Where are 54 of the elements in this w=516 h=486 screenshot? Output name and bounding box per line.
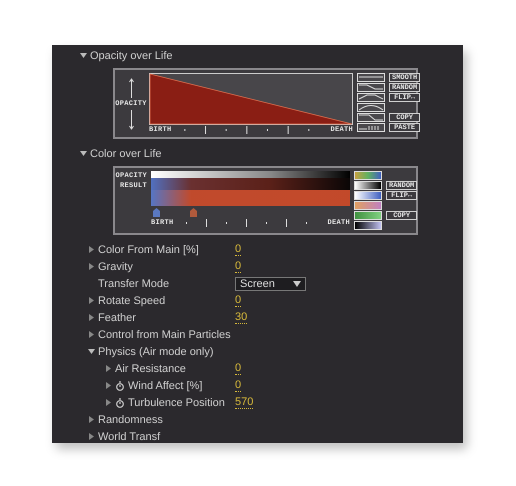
property-value[interactable]: 0 [235,260,242,272]
property-label: Randomness [98,414,163,426]
property-label: Control from Main Particles [98,328,231,340]
stopwatch-icon[interactable] [115,380,125,390]
expand-triangle-icon[interactable] [88,331,95,338]
expand-triangle-icon[interactable] [88,246,95,253]
property-value[interactable]: 0 [235,294,242,306]
property-value[interactable]: 30 [235,312,248,324]
arrow-up-icon [128,78,134,98]
color-stop-marker[interactable] [153,208,160,217]
expand-triangle-icon[interactable] [105,365,112,372]
expand-triangle-icon[interactable] [105,382,112,389]
curve-preset-icon[interactable] [357,83,385,92]
curve-preset-icon[interactable] [357,73,385,82]
gradient-preset-swatch[interactable] [354,191,382,200]
property-value[interactable]: 570 [235,396,254,408]
property-label: Color From Main [%] [98,244,199,256]
gradient-preset-swatch[interactable] [354,201,382,210]
gradient-preset-swatch[interactable] [354,221,382,230]
property-label: Wind Affect [%] [128,380,202,392]
curve-preset-icon[interactable] [357,113,385,122]
property-label: Physics (Air mode only) [98,346,214,358]
curve-preset-icon[interactable] [357,103,385,112]
gradient-preset-swatch[interactable] [354,181,382,190]
property-label: Rotate Speed [98,294,166,306]
property-label: World Transf [98,430,160,442]
dropdown-arrow-icon [293,280,301,286]
collapse-triangle-icon[interactable] [80,150,87,157]
curve-preset-icon[interactable] [357,123,385,132]
transfer-mode-dropdown[interactable]: Screen [235,276,306,290]
expand-triangle-icon[interactable] [88,314,95,321]
property-label: Air Resistance [115,362,186,374]
expand-triangle-icon[interactable] [105,399,112,406]
property-value[interactable]: 0 [235,380,242,392]
property-label: Feather [98,312,136,324]
collapse-triangle-icon[interactable] [88,348,95,355]
arrow-down-icon [128,110,134,130]
color-stop-marker[interactable] [190,208,197,217]
expand-triangle-icon[interactable] [88,297,95,304]
section-title: Opacity over Life [90,50,173,62]
property-label: Turbulence Position [128,396,225,408]
property-label: Transfer Mode [98,278,170,290]
property-value[interactable]: 0 [235,362,242,374]
stopwatch-icon[interactable] [115,398,125,408]
section-title: Color over Life [90,148,162,160]
expand-triangle-icon[interactable] [88,433,95,440]
curve-preset-icon[interactable] [357,93,385,102]
expand-triangle-icon[interactable] [88,263,95,270]
property-label: Gravity [98,260,133,272]
collapse-triangle-icon[interactable] [80,52,87,59]
property-value[interactable]: 0 [235,244,242,256]
expand-triangle-icon[interactable] [88,416,95,423]
gradient-preset-swatch[interactable] [354,211,382,220]
gradient-preset-swatch[interactable] [354,171,382,180]
